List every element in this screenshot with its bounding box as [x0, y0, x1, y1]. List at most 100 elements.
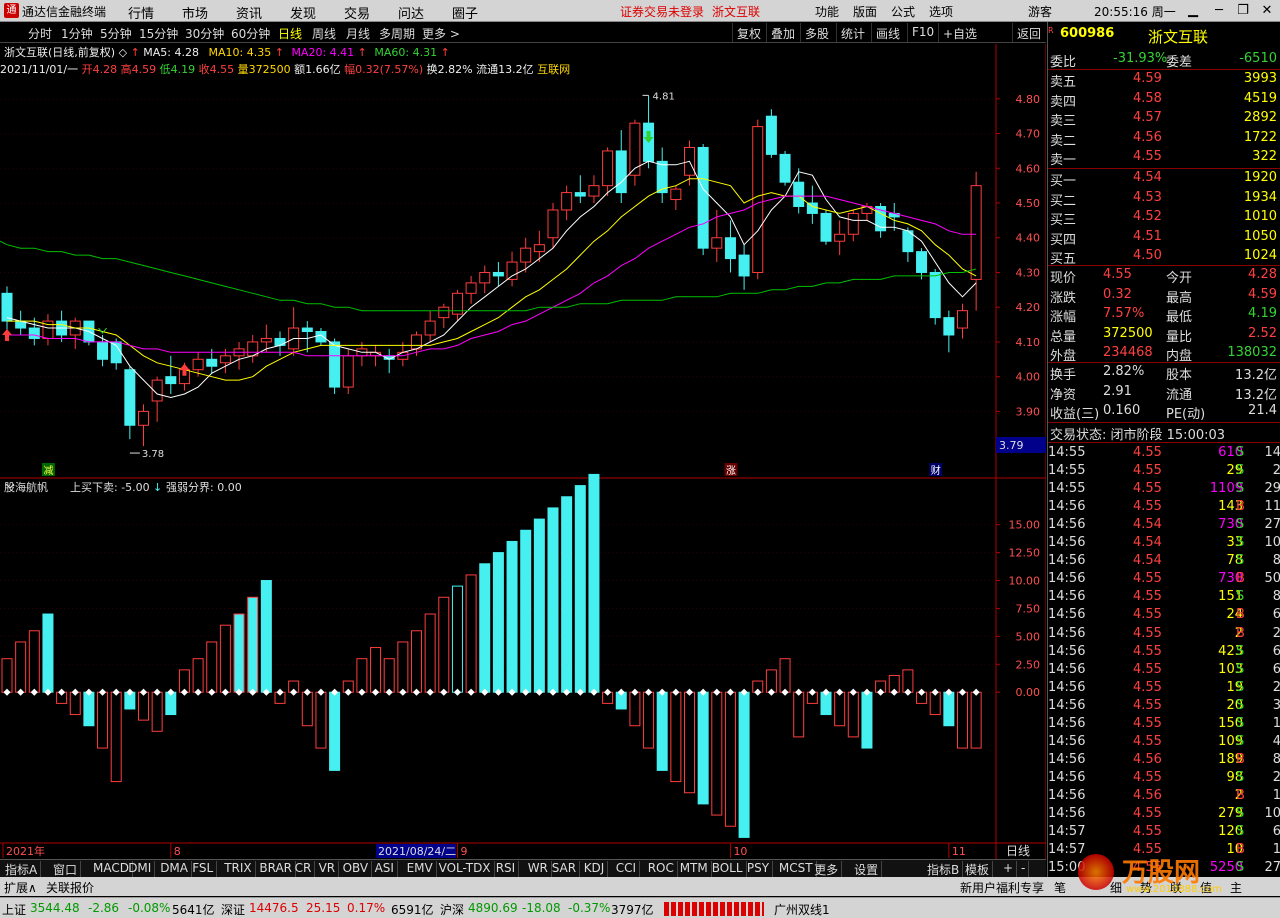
tab-ticks[interactable]: 笔 [1054, 879, 1066, 896]
menu-market[interactable]: 市场 [182, 3, 208, 22]
draw-line-button[interactable]: 画线 [871, 23, 904, 42]
index-amount: 5641亿 [172, 903, 215, 917]
indicator-tab-22[interactable]: PSY [744, 861, 774, 877]
menu-discover[interactable]: 发现 [290, 3, 316, 22]
expand-button[interactable]: 扩展∧ [4, 879, 37, 896]
menu-quotes[interactable]: 行情 [128, 3, 154, 22]
period-tab-30min[interactable]: 30分钟 [185, 25, 224, 42]
indicator-tab-13[interactable]: VOL-TDX [436, 861, 495, 877]
period-tab-5min[interactable]: 5分钟 [100, 25, 132, 42]
menu-ask[interactable]: 问达 [398, 3, 424, 22]
indicator-tab-5[interactable]: FSL [189, 861, 218, 877]
f10-button[interactable]: F10 [907, 23, 938, 42]
tick-time: 14:56 [1048, 679, 1086, 695]
stat-label: 今开 [1166, 271, 1193, 286]
indicator-right-tab-1[interactable]: 模板 [962, 861, 994, 877]
period-tab-weekly[interactable]: 周线 [312, 25, 336, 42]
indicator-tab-17[interactable]: KDJ [581, 861, 609, 877]
restore-window-icon[interactable]: ❐ [1234, 2, 1252, 19]
guest-label[interactable]: 游客 [1028, 3, 1052, 20]
minimize-icon[interactable]: ▁ [1184, 2, 1202, 19]
menu-trade[interactable]: 交易 [344, 3, 370, 22]
close-icon[interactable]: ✕ [1258, 2, 1276, 19]
period-tab-daily[interactable]: 日线 [278, 25, 302, 42]
quote-industry-tag[interactable]: 互联网 [537, 63, 570, 76]
indicator-tab-20[interactable]: MTM [677, 861, 712, 877]
menu-news[interactable]: 资讯 [236, 3, 262, 22]
stat-value: 0.32 [1103, 286, 1132, 302]
candle-up [192, 358, 204, 371]
candle-down [124, 369, 136, 426]
indicator-tab-1[interactable]: 窗口 [50, 861, 82, 877]
up-arrow-icon: ↑ [130, 46, 140, 59]
indicator-tab-6[interactable]: TRIX [221, 861, 256, 877]
tab-detail[interactable]: 细 [1110, 879, 1122, 896]
chevron-down-icon[interactable]: ◇ [119, 46, 131, 59]
indicator-tab-8[interactable]: CR [292, 861, 316, 877]
period-tab-15min[interactable]: 15分钟 [139, 25, 178, 42]
minimize-window-icon[interactable]: ─ [1210, 2, 1228, 19]
indicator-tab-18[interactable]: CCI [613, 861, 640, 877]
period-tab-60min[interactable]: 60分钟 [231, 25, 270, 42]
back-button[interactable]: 返回 [1012, 23, 1045, 42]
tab-link[interactable]: 联 [1170, 879, 1182, 896]
chart-canvas[interactable]: 4.80 4.70 4.60 4.50 4.40 4.30 4.20 4.10 4.00 3.90… [0, 0, 1046, 918]
indicator-tab-12[interactable]: EMV [404, 861, 437, 877]
indicator-tab-7[interactable]: BRAR [256, 861, 297, 877]
indicator-tab-10[interactable]: OBV [340, 861, 373, 877]
menu-circle[interactable]: 圈子 [452, 3, 478, 22]
indicator-tab-14[interactable]: RSI [493, 861, 520, 877]
ask-volume: 3993 [1243, 71, 1277, 86]
indicator-tab-25[interactable]: 设置 [851, 861, 883, 877]
indicator-tab-16[interactable]: SAR [549, 861, 581, 877]
indicator-tab-0[interactable]: 指标A [2, 861, 42, 877]
tab-main[interactable]: 主 [1230, 879, 1242, 896]
period-tab-multi[interactable]: 多周期 [379, 25, 415, 42]
stat-label: 净资 [1050, 387, 1077, 403]
period-tab-1min[interactable]: 1分钟 [61, 25, 93, 42]
stats-button[interactable]: 统计 [836, 23, 869, 42]
weibi-label: 委比 [1050, 55, 1077, 70]
period-tab-monthly[interactable]: 月线 [346, 25, 370, 42]
tick-side: S [1236, 553, 1245, 569]
candle-up [533, 244, 545, 253]
tab-value[interactable]: 值 [1200, 879, 1212, 896]
overlay-button[interactable]: 叠加 [766, 23, 799, 42]
price-tick-label: 4.20 [1016, 301, 1041, 314]
candle-up [602, 150, 614, 187]
candle-up [752, 126, 764, 273]
related-quotes-button[interactable]: 关联报价 [46, 879, 94, 896]
indicator-bar [28, 630, 40, 693]
adjust-button[interactable]: 复权 [732, 23, 765, 42]
stat-row: 外盘 234468 内盘 138032 [1048, 344, 1280, 364]
menu-options[interactable]: 选项 [929, 3, 953, 20]
indicator-tab-19[interactable]: ROC [645, 861, 678, 877]
tick-price: 4.55 [1133, 697, 1162, 713]
ma60-label: MA60: 4.31 [374, 46, 438, 59]
menu-function[interactable]: 功能 [815, 3, 839, 20]
indicator-tab-24[interactable]: 更多 [811, 861, 843, 877]
indicator-tab-4[interactable]: DMA [157, 861, 192, 877]
tick-side: B [1236, 842, 1245, 858]
indicator-tab-21[interactable]: BOLL [709, 861, 747, 877]
indicator-right-tab-0[interactable]: 指标B [924, 861, 964, 877]
period-tab-more[interactable]: 更多 > [422, 25, 460, 42]
tab-trend[interactable]: 势 [1140, 879, 1152, 896]
quote-close: 收4.55 [198, 63, 235, 76]
login-warning[interactable]: 证券交易未登录 [620, 3, 704, 20]
indicator-tab-9[interactable]: VR [316, 861, 340, 877]
menu-layout[interactable]: 版面 [853, 3, 877, 20]
period-tab-intraday[interactable]: 分时 [28, 25, 52, 42]
index-name: 深证 [221, 903, 246, 917]
indicator-bar [15, 641, 27, 693]
indicator-tab-3[interactable]: DMI [125, 861, 156, 877]
indicator-tab-11[interactable]: ASI [372, 861, 398, 877]
indicator-right-tab-2[interactable]: + [1000, 861, 1018, 877]
stat-value: 2.91 [1103, 383, 1132, 399]
menu-formula[interactable]: 公式 [891, 3, 915, 20]
add-watchlist-button[interactable]: +自选 [938, 23, 981, 42]
new-user-promo[interactable]: 新用户福利专享 [960, 879, 1044, 896]
candle-quote-bar: 2021/11/01/一 开4.28 高4.59 低4.19 收4.55 量37… [0, 61, 570, 77]
indicator-right-tab-3[interactable]: - [1018, 861, 1030, 877]
multi-stock-button[interactable]: 多股 [800, 23, 833, 42]
